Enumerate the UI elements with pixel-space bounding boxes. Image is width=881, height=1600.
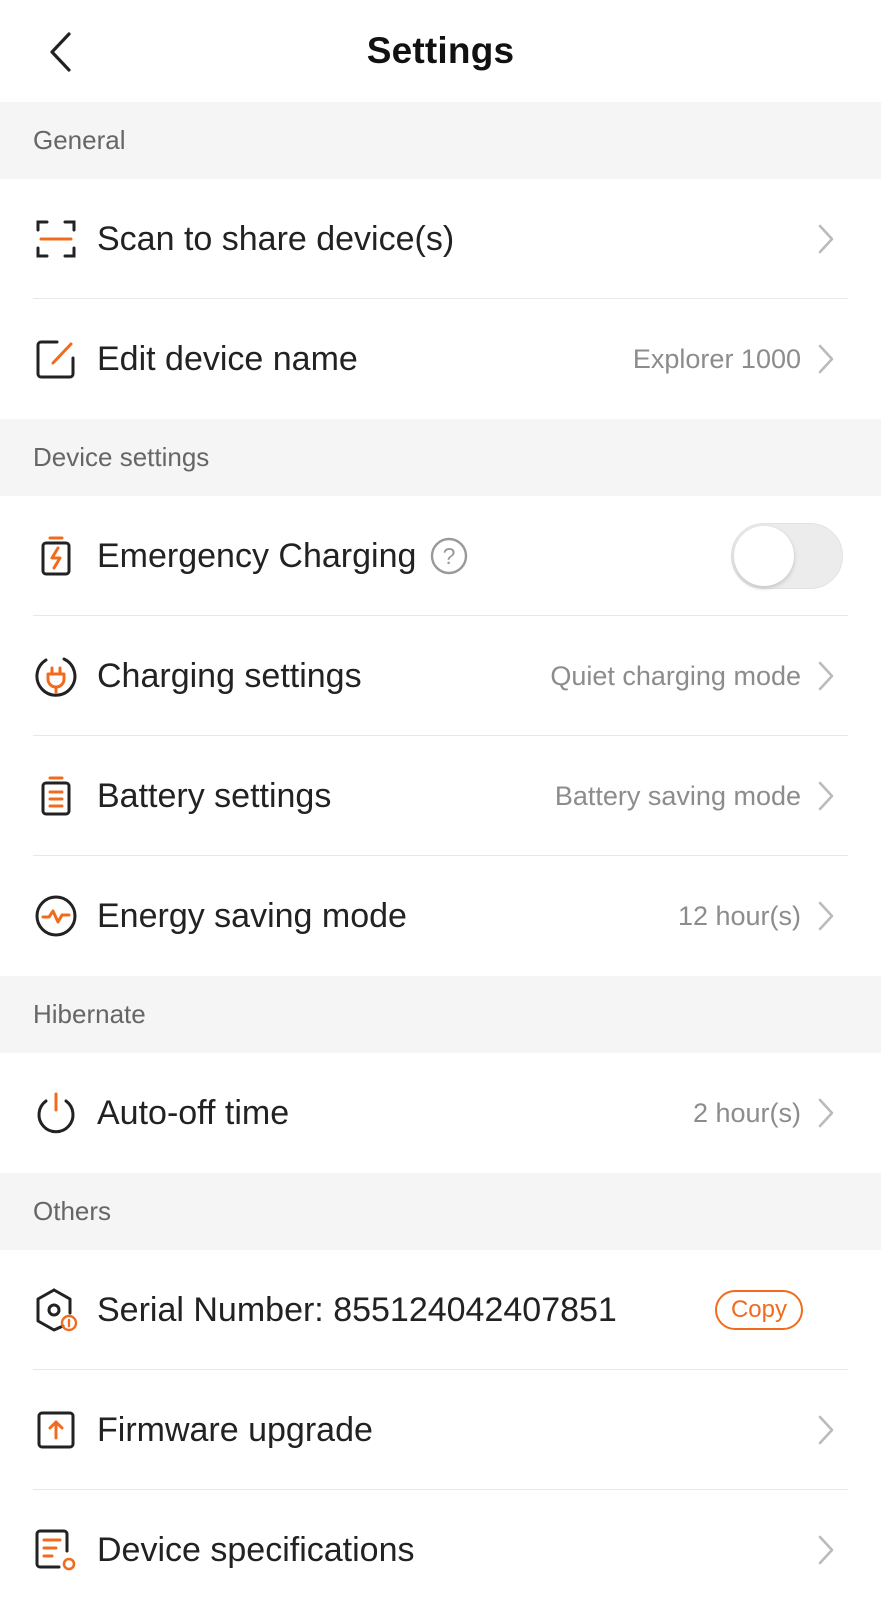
chevron-right-icon bbox=[815, 779, 837, 813]
energy-saving-value: 12 hour(s) bbox=[677, 900, 801, 931]
device-specifications-label: Device specifications bbox=[97, 1530, 415, 1569]
serial-number-label: Serial Number: 855124042407851 bbox=[97, 1290, 617, 1329]
charging-settings-label: Charging settings bbox=[97, 656, 362, 695]
pulse-icon bbox=[33, 893, 79, 939]
chevron-right-icon bbox=[815, 1533, 837, 1567]
charging-plug-icon bbox=[33, 653, 79, 699]
emergency-charging-label: Emergency Charging bbox=[97, 536, 417, 575]
chevron-right-icon bbox=[815, 222, 837, 256]
battery-mode-value: Battery saving mode bbox=[554, 780, 801, 811]
specs-icon bbox=[33, 1527, 79, 1573]
svg-text:?: ? bbox=[443, 543, 456, 569]
charging-mode-value: Quiet charging mode bbox=[550, 660, 801, 691]
battery-settings-row[interactable]: Battery settings Battery saving mode bbox=[0, 736, 881, 856]
emergency-battery-icon bbox=[33, 533, 79, 579]
firmware-upgrade-label: Firmware upgrade bbox=[97, 1410, 373, 1449]
scan-to-share-row[interactable]: Scan to share device(s) bbox=[0, 179, 881, 299]
battery-settings-label: Battery settings bbox=[97, 776, 332, 815]
qr-scan-icon bbox=[33, 216, 79, 262]
copy-button[interactable]: Copy bbox=[714, 1290, 803, 1330]
energy-saving-row[interactable]: Energy saving mode 12 hour(s) bbox=[0, 856, 881, 976]
upgrade-icon bbox=[33, 1407, 79, 1453]
device-name-value: Explorer 1000 bbox=[632, 343, 801, 374]
energy-saving-label: Energy saving mode bbox=[97, 896, 407, 935]
toggle-knob bbox=[734, 526, 794, 586]
chevron-right-icon bbox=[815, 342, 837, 376]
edit-device-name-row[interactable]: Edit device name Explorer 1000 bbox=[0, 299, 881, 419]
chevron-right-icon bbox=[815, 1413, 837, 1447]
chevron-right-icon bbox=[815, 899, 837, 933]
chevron-right-icon bbox=[815, 659, 837, 693]
top-bar: Settings bbox=[0, 0, 881, 102]
page-title: Settings bbox=[366, 30, 515, 71]
section-header-hibernate: Hibernate bbox=[0, 976, 881, 1053]
chevron-left-icon bbox=[50, 32, 71, 72]
edit-device-name-label: Edit device name bbox=[97, 339, 358, 378]
emergency-charging-toggle[interactable] bbox=[731, 523, 843, 589]
device-specifications-row[interactable]: Device specifications bbox=[0, 1490, 881, 1600]
auto-off-label: Auto-off time bbox=[97, 1093, 290, 1132]
section-header-others: Others bbox=[0, 1173, 881, 1250]
emergency-charging-row: Emergency Charging ? bbox=[0, 496, 881, 616]
section-header-general: General bbox=[0, 102, 881, 179]
charging-settings-row[interactable]: Charging settings Quiet charging mode bbox=[0, 616, 881, 736]
edit-icon bbox=[33, 336, 79, 382]
chevron-right-icon bbox=[815, 1096, 837, 1130]
serial-number-row: Serial Number: 855124042407851 Copy bbox=[0, 1250, 881, 1370]
auto-off-value: 2 hour(s) bbox=[692, 1097, 801, 1128]
back-button[interactable] bbox=[40, 30, 80, 74]
battery-icon bbox=[33, 773, 79, 819]
auto-off-row[interactable]: Auto-off time 2 hour(s) bbox=[0, 1053, 881, 1173]
section-header-device-settings: Device settings bbox=[0, 419, 881, 496]
help-icon[interactable]: ? bbox=[430, 537, 468, 575]
firmware-upgrade-row[interactable]: Firmware upgrade bbox=[0, 1370, 881, 1490]
power-icon bbox=[33, 1090, 79, 1136]
scan-to-share-label: Scan to share device(s) bbox=[97, 219, 455, 258]
serial-icon bbox=[33, 1287, 79, 1333]
